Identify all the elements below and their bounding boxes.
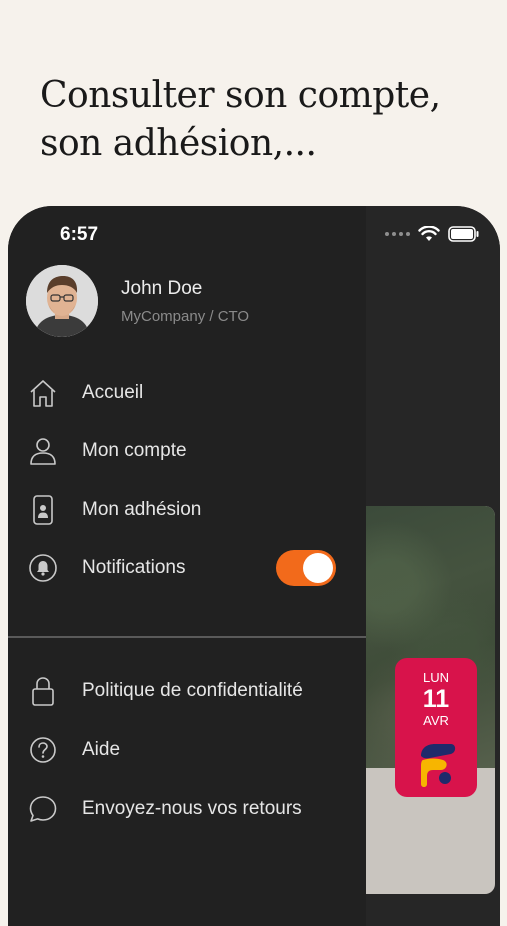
navigation-drawer: 6:57 John Doe MyCompany / CTO Accueil Mo…: [8, 206, 366, 926]
battery-icon: [448, 226, 479, 242]
menu-item-label: Aide: [82, 739, 121, 760]
menu-item-label: Politique de confidentialité: [82, 680, 303, 701]
home-icon: [26, 376, 60, 410]
menu-item-label: Mon compte: [82, 440, 187, 461]
notifications-toggle[interactable]: [276, 550, 336, 586]
menu-item-accueil[interactable]: Accueil: [8, 370, 366, 416]
event-day-of-week: LUN: [422, 670, 449, 685]
status-icons: [385, 226, 480, 242]
avatar[interactable]: [26, 265, 98, 337]
chat-bubble-icon: [26, 792, 60, 826]
phone-screen: LUN 11 AVR 6:57 John Doe MyCompany / CTO…: [8, 206, 500, 926]
user-icon: [26, 434, 60, 468]
headline-line-2: son adhésion,...: [40, 123, 317, 164]
menu-item-notifications[interactable]: Notifications: [8, 545, 366, 591]
menu-item-envoyez-retours[interactable]: Envoyez-nous vos retours: [8, 786, 366, 832]
menu-item-mon-compte[interactable]: Mon compte: [8, 428, 366, 474]
signal-icon: [385, 232, 410, 236]
menu-item-label: Notifications: [82, 557, 186, 578]
avatar-photo: [26, 265, 98, 337]
event-day: 11: [422, 685, 450, 713]
menu-item-mon-adhesion[interactable]: Mon adhésion: [8, 487, 366, 533]
user-name: John Doe: [121, 278, 203, 299]
event-month: AVR: [423, 713, 449, 728]
headline-line-1: Consulter son compte,: [40, 75, 441, 116]
help-icon: [26, 733, 60, 767]
menu-item-label: Envoyez-nous vos retours: [82, 798, 302, 819]
menu-divider: [8, 636, 366, 638]
wifi-icon: [418, 226, 440, 241]
menu-item-label: Mon adhésion: [82, 499, 202, 520]
menu-item-label: Accueil: [82, 382, 144, 403]
user-company: MyCompany / CTO: [121, 308, 250, 325]
event-date-badge: LUN 11 AVR: [395, 658, 477, 797]
headline: Consulter son compte, son adhésion,...: [40, 72, 480, 168]
status-time: 6:57: [60, 224, 99, 245]
brand-logo-icon: [421, 744, 456, 787]
bell-icon: [26, 551, 60, 585]
menu-item-politique-confidentialite[interactable]: Politique de confidentialité: [8, 668, 366, 714]
membership-card-icon: [26, 493, 60, 527]
lock-icon: [26, 674, 60, 708]
menu-item-aide[interactable]: Aide: [8, 727, 366, 773]
